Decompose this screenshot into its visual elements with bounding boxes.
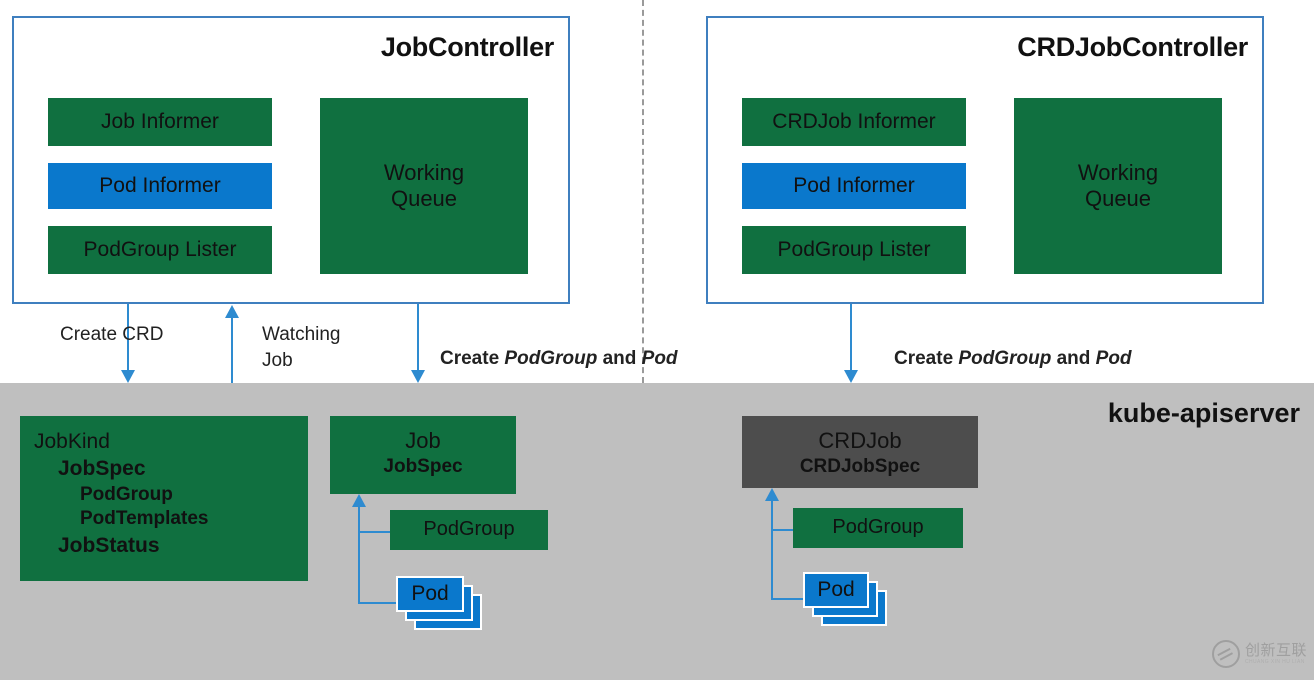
left-pod-stack[interactable]: Pod [396,576,488,634]
jobkind-status-label: JobStatus [58,533,160,557]
left-ownerref-arrowhead [352,494,366,507]
crdjob-controller-title: CRDJobController [1017,32,1248,62]
left-ownerref-branch-podgroup [358,531,390,533]
watermark-logo-icon [1212,640,1240,668]
watermark-text: 创新互联 CHUANG XIN HU LIAN [1245,643,1307,665]
podgroup-lister-box[interactable]: PodGroup Lister [48,226,272,274]
crd-working-queue-line1: Working [1077,160,1159,186]
crd-podgroup-lister-box[interactable]: PodGroup Lister [742,226,966,274]
job-controller-title: JobController [380,32,554,62]
left-ownerref-spine [358,507,360,603]
right-ownerref-spine [771,501,773,599]
crdjob-resource-kind: CRDJob [818,428,902,453]
working-queue-line1: Working [383,160,465,186]
pod-informer-box[interactable]: Pod Informer [48,163,272,209]
kube-apiserver-title: kube-apiserver [1107,398,1300,428]
job-informer-box[interactable]: Job Informer [48,98,272,146]
crdjob-controller-panel: CRDJobController CRDJob Informer Pod Inf… [706,16,1264,304]
crd-working-queue-line2: Queue [1084,186,1152,211]
watching-job-arrowhead [225,305,239,318]
create-crd-label: Create CRD [60,324,164,345]
watermark-pinyin: CHUANG XIN HU LIAN [1245,659,1305,665]
left-create-podgroup-arrowhead [411,370,425,383]
kube-apiserver-panel: kube-apiserver JobKind JobSpec PodGroup … [0,383,1314,680]
crd-pod-informer-box[interactable]: Pod Informer [742,163,966,209]
working-queue-line2: Queue [390,186,458,211]
watermark: 创新互联 CHUANG XIN HU LIAN [1212,637,1308,671]
right-ownerref-arrowhead [765,488,779,501]
jobkind-spec-label: JobSpec [58,457,146,481]
crd-working-queue-box[interactable]: Working Queue [1014,98,1222,274]
create-crd-arrowhead [121,370,135,383]
right-podgroup-box[interactable]: PodGroup [793,508,963,548]
jobkind-spec-field-podgroup: PodGroup [80,483,173,505]
working-queue-box[interactable]: Working Queue [320,98,528,274]
right-pod-stack[interactable]: Pod [803,572,895,630]
left-podgroup-box[interactable]: PodGroup [390,510,548,550]
right-create-podgroup-arrow-line [850,304,852,372]
jobkind-kind-label: JobKind [34,430,110,453]
diagram-canvas: JobController Job Informer Pod Informer … [0,0,1314,680]
right-create-podgroup-arrowhead [844,370,858,383]
left-create-podgroup-line1: Create PodGroup and Pod [440,348,678,370]
watching-job-arrow-line [231,318,233,384]
crdjob-resource-box[interactable]: CRDJob CRDJobSpec [742,416,978,488]
crdjob-informer-box[interactable]: CRDJob Informer [742,98,966,146]
job-resource-box[interactable]: Job JobSpec [330,416,516,494]
job-resource-spec: JobSpec [383,455,463,477]
right-pod-card-front[interactable]: Pod [803,572,869,608]
right-ownerref-branch-podgroup [771,529,795,531]
jobkind-box[interactable]: JobKind JobSpec PodGroup PodTemplates Jo… [20,416,308,581]
right-create-podgroup-line1: Create PodGroup and Pod [894,348,1132,370]
left-pod-card-front[interactable]: Pod [396,576,464,612]
jobkind-spec-field-podtemplates: PodTemplates [80,508,209,530]
left-create-podgroup-arrow-line [417,304,419,372]
watching-job-label: Watching Job [262,324,341,371]
crdjob-resource-spec: CRDJobSpec [799,455,921,477]
job-controller-panel: JobController Job Informer Pod Informer … [12,16,570,304]
watermark-chinese: 创新互联 [1245,642,1308,659]
job-resource-kind: Job [405,428,441,453]
